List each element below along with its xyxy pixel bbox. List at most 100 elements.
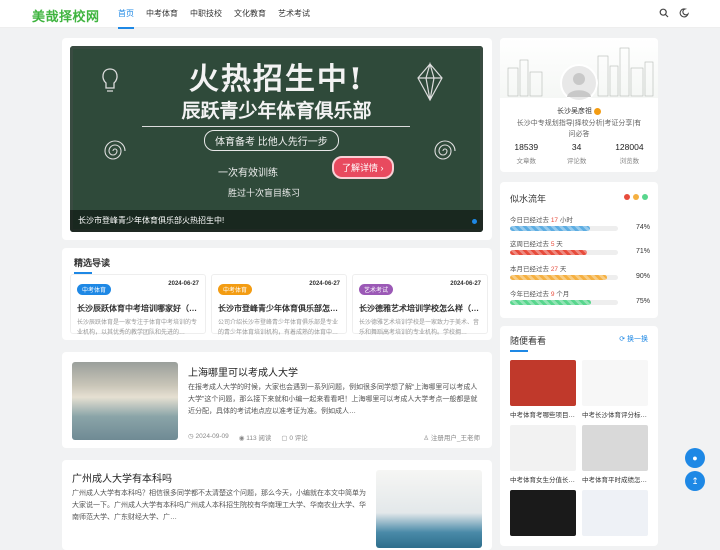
random-thumbnail[interactable] <box>510 360 576 406</box>
progress-fill <box>510 226 590 231</box>
featured-card-title[interactable]: 长沙辰跃体育中考培训哪家好（… <box>77 303 199 314</box>
random-item[interactable]: 中考体育考哪些项目… <box>510 360 576 419</box>
featured-card-title[interactable]: 长沙市登峰青少年体育俱乐部怎么样 <box>218 303 340 314</box>
progress-label: 这周已经过去 5 天 <box>510 241 563 248</box>
random-item[interactable]: 中考长沙体育评分标… <box>582 360 648 419</box>
progress-percent: 71% <box>635 248 650 255</box>
search-icon[interactable] <box>658 8 670 20</box>
progress-row: 本月已经过去 27 天 90% <box>510 263 650 280</box>
avatar[interactable] <box>560 64 598 102</box>
category-badge[interactable]: 艺术考试 <box>359 284 394 295</box>
featured-card-excerpt: 长沙辰跃体育是一家专注于体育中考培训的专业机构，以其优秀的教学团队和先进的… <box>77 320 198 336</box>
dot-red <box>624 194 630 200</box>
featured-card-title[interactable]: 长沙德雅艺术培训学校怎么样（湖… <box>359 303 481 314</box>
bell-icon: ● <box>692 453 698 463</box>
random-item-title[interactable]: 中考体育考哪些项目… <box>510 409 576 419</box>
back-to-top-button[interactable]: ↥ <box>685 471 705 491</box>
refresh-button[interactable]: ⟳ 换一换 <box>619 334 648 344</box>
dot-yellow <box>633 194 639 200</box>
post-thumbnail[interactable] <box>72 362 178 440</box>
featured-card[interactable]: 艺术考试 2024-06-27 长沙德雅艺术培训学校怎么样（湖… 长沙德雅艺术培… <box>352 274 488 336</box>
category-badge[interactable]: 中考体育 <box>77 284 112 295</box>
progress-label: 今年已经过去 9 个月 <box>510 291 570 298</box>
nav-item-vocational[interactable]: 中职技校 <box>184 0 228 28</box>
featured-card[interactable]: 中考体育 2024-06-27 长沙市登峰青少年体育俱乐部怎么样 公司介绍长沙市… <box>211 274 347 336</box>
progress-row: 这周已经过去 5 天 71% <box>510 238 650 255</box>
post-thumbnail[interactable] <box>376 470 482 548</box>
random-item[interactable]: 中考体育平时成绩怎… <box>582 425 648 484</box>
learn-more-label: 了解详情 <box>342 163 379 173</box>
widget-title: 随便看看 <box>510 336 547 346</box>
progress-fill <box>510 300 591 305</box>
random-item-title[interactable]: 中考体育女生分值长… <box>510 474 576 484</box>
user-icon: ♙ <box>423 435 431 442</box>
random-grid: 中考体育考哪些项目… 中考长沙体育评分标… 中考体育女生分值长… 中考体育平时成… <box>510 360 650 536</box>
progress-row: 今日已经过去 17 小时 74% <box>510 214 650 231</box>
banner-image[interactable]: 火热招生中! 辰跃青少年体育俱乐部 体育备考 比他人先行一步 一次有效训练 胜过… <box>70 46 483 232</box>
stat-articles: 18539 文章数 <box>514 142 539 165</box>
random-item-title[interactable]: 中考体育平时成绩怎… <box>582 474 648 484</box>
random-thumbnail[interactable] <box>582 360 648 406</box>
banner-divider <box>142 126 410 127</box>
post-comments[interactable]: ▢ 0 评论 <box>281 432 307 442</box>
progress-label: 本月已经过去 27 天 <box>510 266 567 273</box>
random-item[interactable] <box>510 490 576 536</box>
banner-subtitle: 辰跃青少年体育俱乐部 <box>181 100 372 122</box>
post-card: 上海哪里可以考成人大学 在报考成人大学的时候，大家也会遇到一系列问题，例如很多同… <box>62 352 492 448</box>
progress-fill <box>510 275 608 280</box>
spiral-icon <box>434 140 456 160</box>
post-title[interactable]: 上海哪里可以考成人大学 <box>188 364 298 379</box>
profile-name[interactable]: 长沙吴彦祖 <box>500 106 658 116</box>
nav-item-pe[interactable]: 中考体育 <box>140 0 184 28</box>
stat-comments: 34 评论数 <box>566 142 587 165</box>
post-date: 2024-06-27 <box>168 281 199 287</box>
nav-item-home[interactable]: 首页 <box>112 0 140 29</box>
featured-card[interactable]: 中考体育 2024-06-27 长沙辰跃体育中考培训哪家好（… 长沙辰跃体育是一… <box>70 274 206 336</box>
nav-item-art[interactable]: 艺术考试 <box>272 0 316 28</box>
progress-label: 今日已经过去 17 小时 <box>510 217 573 224</box>
random-item-title[interactable]: 中考长沙体育评分标… <box>582 409 648 419</box>
banner-tagline: 体育备考 比他人先行一步 <box>204 130 339 151</box>
progress-bar <box>510 275 618 280</box>
progress-percent: 74% <box>635 224 650 231</box>
banner-handwriting-1: 一次有效训练 <box>218 168 278 179</box>
profile-stats: 18539 文章数 34 评论数 128004 浏览数 <box>500 142 658 165</box>
progress-fill <box>510 250 587 255</box>
post-excerpt: 在报考成人大学的时候，大家也会遇到一系列问题，例如很多同学想了解“上海哪里可以考… <box>188 384 478 415</box>
random-thumbnail[interactable] <box>510 490 576 536</box>
widget-title: 似水流年 <box>510 194 547 204</box>
stat-views: 128004 浏览数 <box>615 142 644 165</box>
random-item[interactable]: 中考体育女生分值长… <box>510 425 576 484</box>
random-thumbnail[interactable] <box>582 425 648 471</box>
post-author[interactable]: ♙ 注册用户_王老师 <box>423 432 480 442</box>
banner-handwriting-2: 胜过十次盲目练习 <box>228 189 301 199</box>
dark-mode-icon[interactable] <box>678 8 690 20</box>
featured-card-excerpt: 长沙德雅艺术培训学校是一家致力于美术、音乐和舞蹈高考培训的专业机构。学校拥… <box>359 320 480 336</box>
progress-percent: 75% <box>635 298 650 305</box>
banner-caption[interactable]: 长沙市登峰青少年体育俱乐部火热招生中! <box>70 210 483 232</box>
time-progress-widget: 似水流年 今日已经过去 17 小时 74% 这周已经过去 5 天 71% 本月已… <box>500 182 658 318</box>
category-badge[interactable]: 中考体育 <box>218 284 253 295</box>
featured-title: 精选导读 <box>74 258 111 268</box>
profile-card: 长沙吴彦祖 长沙中专规划指导|择校分析|考证分享|有问必答 18539 文章数 3… <box>500 38 658 172</box>
header-icons <box>658 8 690 20</box>
progress-percent: 90% <box>635 273 650 280</box>
random-thumbnail[interactable] <box>510 425 576 471</box>
progress-row: 今年已经过去 9 个月 75% <box>510 288 650 305</box>
spiral-icon <box>104 140 126 160</box>
random-item[interactable] <box>582 490 648 536</box>
nav-item-culture[interactable]: 文化教育 <box>228 0 272 28</box>
arrow-up-icon: ↥ <box>691 476 699 486</box>
carousel-dot[interactable] <box>472 219 477 224</box>
top-header: 美哉择校网 首页 中考体育 中职技校 文化教育 艺术考试 <box>0 0 720 29</box>
random-thumbnail[interactable] <box>582 490 648 536</box>
post-title[interactable]: 广州成人大学有本科吗 <box>72 470 172 485</box>
post-excerpt: 广州成人大学有本科吗？相信很多同学都不太清楚这个问题，那么今天，小编就在本文中简… <box>72 490 366 521</box>
main-nav: 首页 中考体育 中职技校 文化教育 艺术考试 <box>112 0 316 29</box>
post-card: 广州成人大学有本科吗 广州成人大学有本科吗？相信很多同学都不太清楚这个问题，那么… <box>62 460 492 550</box>
site-logo[interactable]: 美哉择校网 <box>32 6 100 25</box>
verified-icon <box>594 107 601 115</box>
featured-list: 中考体育 2024-06-27 长沙辰跃体育中考培训哪家好（… 长沙辰跃体育是一… <box>70 274 488 336</box>
learn-more-button[interactable]: 了解详情 › <box>332 156 394 179</box>
notification-button[interactable]: ● <box>685 448 705 468</box>
